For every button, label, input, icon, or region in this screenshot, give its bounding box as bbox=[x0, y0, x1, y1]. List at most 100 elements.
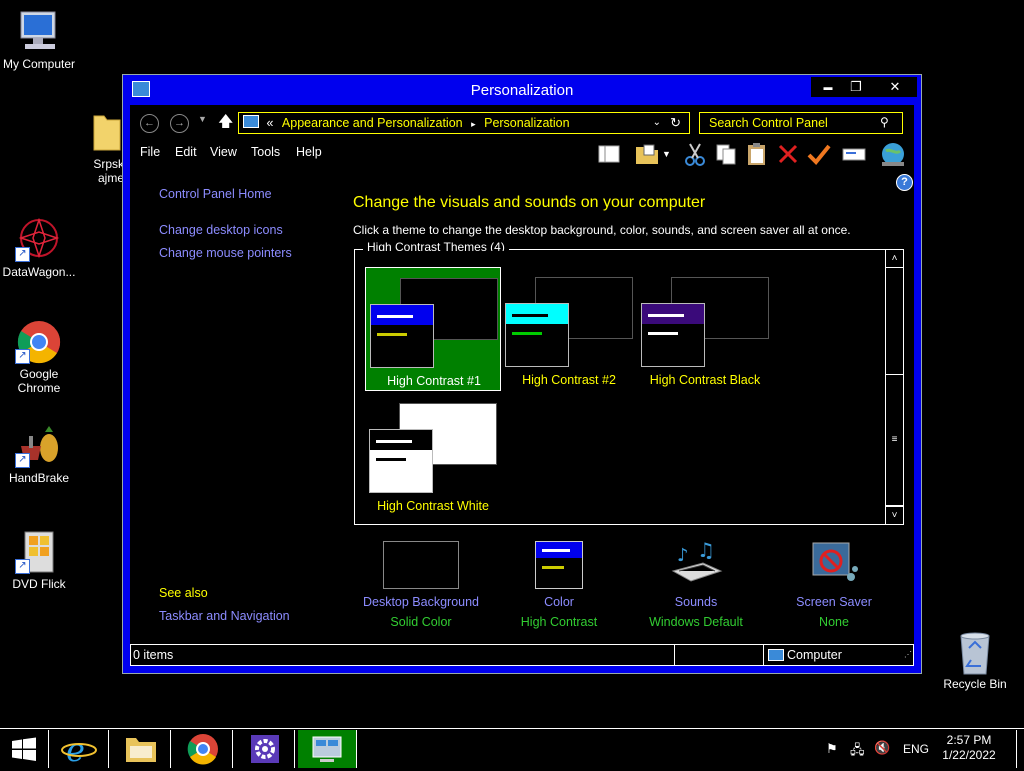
layout-icon[interactable] bbox=[596, 141, 622, 167]
desktop-icon-google-chrome[interactable]: ↗ Google Chrome bbox=[1, 320, 77, 395]
clock[interactable]: 2:57 PM 1/22/2022 bbox=[938, 733, 1000, 763]
taskbar-settings[interactable] bbox=[236, 730, 295, 768]
personalization-window: Personalization ▬ ❐ ✕ ← → ▼ 🡅 « Appearan… bbox=[122, 74, 922, 674]
views-chevron-icon[interactable]: ▼ bbox=[662, 141, 676, 167]
computer-small-icon bbox=[768, 649, 784, 661]
color-label[interactable]: Color bbox=[494, 595, 624, 609]
rename-icon[interactable] bbox=[841, 141, 867, 167]
forward-arrow-icon[interactable]: → bbox=[170, 114, 189, 133]
breadcrumb-appearance-and-personalization[interactable]: Appearance and Personalization bbox=[282, 116, 463, 130]
recent-pages-chevron-icon[interactable]: ▼ bbox=[198, 114, 207, 124]
screen-saver-label[interactable]: Screen Saver bbox=[769, 595, 899, 609]
taskbar-control-panel-active[interactable] bbox=[298, 730, 357, 768]
theme-preview-window bbox=[505, 303, 569, 367]
film-icon: ↗ bbox=[15, 530, 63, 574]
delete-icon[interactable] bbox=[775, 141, 801, 167]
desktop-background-setting[interactable] bbox=[356, 541, 486, 589]
cut-icon[interactable] bbox=[682, 141, 708, 167]
theme-preview-window bbox=[370, 304, 434, 368]
search-icon[interactable]: ⚲ bbox=[880, 115, 889, 129]
globe-icon[interactable] bbox=[880, 141, 906, 167]
address-bar[interactable]: « Appearance and Personalization ▸ Perso… bbox=[238, 112, 690, 134]
desktop-background-label[interactable]: Desktop Background bbox=[356, 595, 486, 609]
folder-options-icon[interactable] bbox=[634, 141, 660, 167]
themes-scrollbar[interactable]: ˄ ≡ ˅ bbox=[885, 250, 903, 524]
control-panel-home-link[interactable]: Control Panel Home bbox=[159, 187, 272, 201]
status-divider bbox=[763, 645, 764, 665]
color-setting[interactable] bbox=[494, 541, 624, 589]
volume-muted-icon[interactable]: 🔇 bbox=[874, 740, 890, 756]
theme-label: High Contrast #2 bbox=[522, 373, 616, 387]
maximize-button[interactable]: ❐ bbox=[839, 77, 873, 97]
desktop-icon-datawagon[interactable]: ↗ DataWagon... bbox=[1, 217, 77, 279]
file-explorer-icon bbox=[126, 738, 156, 762]
page-subheading: Click a theme to change the desktop back… bbox=[353, 223, 851, 237]
taskbar-file-explorer[interactable] bbox=[112, 730, 171, 768]
scroll-down-icon[interactable]: ˅ bbox=[886, 506, 903, 524]
desktop-background-icon bbox=[383, 541, 459, 589]
paste-icon[interactable] bbox=[744, 141, 770, 167]
menu-help[interactable]: Help bbox=[296, 145, 322, 159]
clock-time: 2:57 PM bbox=[946, 733, 992, 747]
desktop-icon-srpsk[interactable]: Srpsk ajme bbox=[72, 110, 124, 185]
close-button[interactable]: ✕ bbox=[873, 77, 917, 97]
navigation-bar: ← → ▼ 🡅 « Appearance and Personalization… bbox=[130, 105, 914, 141]
theme-label: High Contrast #1 bbox=[387, 374, 481, 388]
control-panel-icon bbox=[243, 115, 259, 128]
search-input[interactable]: Search Control Panel bbox=[699, 112, 903, 134]
copy-icon[interactable] bbox=[713, 141, 739, 167]
resize-grip-icon[interactable]: ⋰ bbox=[904, 645, 912, 665]
menu-edit[interactable]: Edit bbox=[175, 145, 197, 159]
title-bar[interactable]: Personalization ▬ ❐ ✕ bbox=[123, 75, 921, 105]
shortcut-arrow-icon: ↗ bbox=[15, 559, 30, 574]
recycle-bin-icon bbox=[951, 630, 999, 675]
network-icon[interactable]: 🖧 bbox=[850, 741, 865, 763]
status-item-count: 0 items bbox=[133, 648, 174, 662]
change-desktop-icons-link[interactable]: Change desktop icons bbox=[159, 223, 283, 237]
taskbar-google-chrome[interactable] bbox=[174, 730, 233, 768]
shortcut-arrow-icon: ↗ bbox=[15, 349, 30, 364]
desktop-icon-dvd-flick[interactable]: ↗ DVD Flick bbox=[1, 530, 77, 591]
status-location: Computer bbox=[787, 648, 842, 662]
theme-preview-line bbox=[377, 315, 413, 318]
sounds-label[interactable]: Sounds bbox=[631, 595, 761, 609]
theme-high-contrast-black[interactable]: High Contrast Black bbox=[637, 267, 773, 391]
scroll-up-icon[interactable]: ˄ bbox=[886, 250, 903, 268]
gear-icon bbox=[251, 735, 279, 763]
refresh-icon[interactable]: ↻ bbox=[670, 113, 681, 133]
desktop-icon-my-computer[interactable]: My Computer bbox=[1, 10, 77, 71]
scroll-thumb[interactable]: ≡ bbox=[886, 374, 903, 506]
taskbar-and-navigation-link[interactable]: Taskbar and Navigation bbox=[159, 609, 290, 623]
back-arrow-icon[interactable]: ← bbox=[140, 114, 159, 133]
theme-high-contrast-2[interactable]: High Contrast #2 bbox=[501, 267, 637, 391]
menu-tools[interactable]: Tools bbox=[251, 145, 280, 159]
menu-file[interactable]: File bbox=[140, 145, 160, 159]
properties-check-icon[interactable] bbox=[806, 141, 832, 167]
color-value: High Contrast bbox=[520, 615, 598, 629]
screen-saver-setting[interactable] bbox=[769, 541, 899, 587]
address-dropdown-chevron-icon[interactable]: ⌄ bbox=[653, 113, 661, 133]
taskbar-internet-explorer[interactable]: e bbox=[50, 730, 109, 769]
theme-high-contrast-white[interactable]: High Contrast White bbox=[365, 393, 501, 517]
up-arrow-icon[interactable]: 🡅 bbox=[218, 111, 233, 136]
desktop-background-value: Solid Color bbox=[390, 615, 452, 629]
taskbar: e ⚑ 🖧 🔇 ENG 2:57 PM 1/22/2022 bbox=[0, 728, 1024, 769]
action-center-flag-icon[interactable]: ⚑ bbox=[826, 741, 838, 757]
color-icon bbox=[535, 541, 583, 589]
show-desktop-button[interactable] bbox=[1016, 730, 1024, 768]
breadcrumb-personalization[interactable]: Personalization bbox=[484, 116, 569, 130]
menu-view[interactable]: View bbox=[210, 145, 237, 159]
desktop-icon-recycle-bin[interactable]: Recycle Bin bbox=[937, 630, 1013, 691]
breadcrumb-overflow[interactable]: « bbox=[266, 116, 273, 130]
breadcrumb-separator: ▸ bbox=[471, 119, 476, 129]
start-button[interactable] bbox=[0, 730, 49, 768]
theme-high-contrast-1[interactable]: High Contrast #1 bbox=[365, 267, 501, 391]
window-title: Personalization bbox=[470, 82, 574, 99]
change-mouse-pointers-link[interactable]: Change mouse pointers bbox=[159, 246, 292, 260]
theme-preview-line bbox=[648, 314, 684, 317]
clock-date: 1/22/2022 bbox=[942, 748, 996, 762]
desktop-icon-handbrake[interactable]: ↗ HandBrake bbox=[1, 424, 77, 485]
help-icon[interactable]: ? bbox=[896, 174, 913, 191]
language-indicator[interactable]: ENG bbox=[903, 742, 929, 756]
sounds-setting[interactable]: ♪ ♫ bbox=[631, 538, 761, 587]
